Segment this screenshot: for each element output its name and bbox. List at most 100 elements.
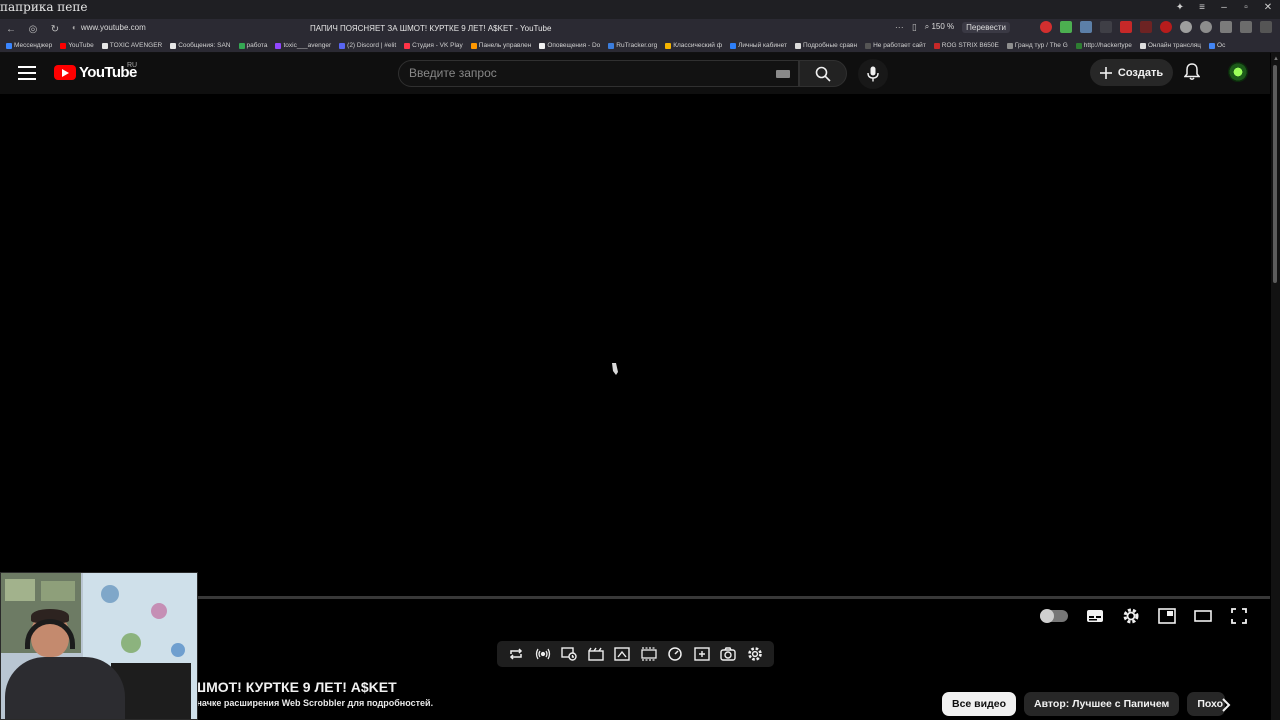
address-bar: ← ◎ ↻ ◐ www.youtube.com ПАПИЧ ПОЯСНЯЕТ З…: [0, 19, 1280, 39]
frames-icon[interactable]: [640, 646, 658, 662]
subtitles-icon[interactable]: [1086, 607, 1104, 625]
clapper-icon[interactable]: [587, 646, 605, 662]
add-clip-icon[interactable]: [693, 646, 711, 662]
scrollbar-thumb[interactable]: [1273, 65, 1277, 283]
bookmark-favicon-icon: [170, 42, 177, 49]
keyboard-icon[interactable]: [776, 70, 790, 78]
create-button[interactable]: Создать: [1090, 59, 1173, 86]
search-icon: [815, 66, 831, 82]
watch-later-icon[interactable]: [560, 646, 578, 662]
more-icon[interactable]: ···: [895, 22, 904, 32]
bookmark-icon[interactable]: ▯: [912, 22, 917, 33]
extension-user-icon[interactable]: [1200, 21, 1212, 33]
bookmark-item[interactable]: (2) Discord | #elit: [339, 42, 396, 49]
chips-next-chevron-icon[interactable]: [1215, 694, 1237, 716]
search-button[interactable]: [799, 60, 847, 87]
extension-menu-icon[interactable]: [1260, 21, 1272, 33]
bookmark-item[interactable]: Не работает сайт: [865, 42, 926, 49]
bookmark-favicon-icon: [470, 42, 477, 49]
page-scrollbar[interactable]: ▲: [1271, 53, 1280, 720]
miniplayer-icon[interactable]: [1158, 607, 1176, 625]
bookmark-label: Панель управлен: [478, 42, 532, 49]
player-controls: [1040, 604, 1248, 628]
bookmark-item[interactable]: Сообщения: SAN: [170, 42, 231, 49]
webcam-curtain-pattern: [171, 643, 185, 657]
menu-hamburger-icon[interactable]: [18, 66, 36, 80]
settings-gear-icon[interactable]: [1122, 607, 1140, 625]
filter-chip[interactable]: Все видео: [942, 692, 1017, 716]
broadcast-icon[interactable]: [534, 646, 552, 662]
bookmark-item[interactable]: Оповещения - Do: [539, 42, 600, 49]
bookmark-label: Студия - VK Play: [412, 42, 463, 49]
bookmark-item[interactable]: Мессенджер: [6, 42, 52, 49]
search-box[interactable]: [398, 60, 799, 87]
extension-settings-gear-icon[interactable]: [746, 646, 764, 662]
minimize-button[interactable]: –: [1218, 2, 1230, 13]
extension-download-icon[interactable]: [1060, 21, 1072, 33]
autoplay-toggle[interactable]: [1040, 609, 1068, 623]
bookmark-item[interactable]: Классический ф: [665, 42, 722, 49]
translate-button[interactable]: Перевести: [962, 21, 1010, 33]
bookmark-item[interactable]: ROG STRIX B650E: [933, 42, 999, 49]
bookmark-favicon-icon: [933, 42, 940, 49]
webcam-curtain-pattern: [101, 585, 119, 603]
bookmark-item[interactable]: TOXIC AVENGER: [101, 42, 163, 49]
account-avatar[interactable]: [1228, 62, 1248, 82]
bookmark-item[interactable]: Гранд тур / The G: [1006, 42, 1068, 49]
bookmark-item[interactable]: YouTube: [60, 42, 94, 49]
pin-icon[interactable]: ✦: [1174, 2, 1186, 13]
crop-icon[interactable]: [613, 646, 631, 662]
player-extension-toolbar: [497, 641, 774, 667]
bookmark-label: Не работает сайт: [873, 42, 926, 49]
bookmark-item[interactable]: Панель управлен: [470, 42, 532, 49]
address-bar-actions: ··· ▯ ⌕ 150 % Перевести: [895, 21, 1272, 33]
voice-search-button[interactable]: [858, 59, 888, 89]
notifications-bell-icon[interactable]: [1183, 63, 1201, 86]
youtube-logo[interactable]: YouTube: [54, 64, 137, 81]
bookmark-item[interactable]: Подробные сравн: [794, 42, 857, 49]
bookmark-label: Мессенджер: [14, 42, 53, 49]
bookmark-favicon-icon: [1139, 42, 1146, 49]
bookmark-item[interactable]: RuTracker.org: [608, 42, 657, 49]
create-label: Создать: [1117, 66, 1164, 79]
extension-tool-icon[interactable]: [1140, 21, 1152, 33]
bookmark-label: ROG STRIX B650E: [941, 42, 999, 49]
video-progress-bar[interactable]: [12, 596, 1270, 599]
screenshot-camera-icon[interactable]: [719, 646, 737, 662]
menu-icon[interactable]: ≡: [1196, 2, 1208, 13]
speed-icon[interactable]: [666, 646, 684, 662]
bookmark-label: TOXIC AVENGER: [109, 42, 163, 49]
extension-screen-icon[interactable]: [1080, 21, 1092, 33]
extension-pen-icon[interactable]: [1120, 21, 1132, 33]
back-button[interactable]: ←: [0, 24, 22, 35]
extension-tabs-icon[interactable]: [1240, 21, 1252, 33]
loop-icon[interactable]: [507, 646, 525, 662]
scroll-up-icon[interactable]: ▲: [1273, 56, 1279, 62]
bookmark-item[interactable]: работа: [238, 42, 267, 49]
bookmark-item[interactable]: Онлайн трансляц: [1139, 42, 1201, 49]
video-player[interactable]: [0, 94, 1270, 634]
bookmark-item[interactable]: Личный кабинет: [730, 42, 787, 49]
close-button[interactable]: ✕: [1262, 2, 1274, 13]
forward-button[interactable]: ◎: [22, 24, 44, 35]
bookmark-item[interactable]: Ос: [1209, 42, 1225, 49]
filter-chip[interactable]: Автор: Лучшее с Папичем: [1024, 692, 1180, 716]
bookmark-favicon-icon: [730, 42, 737, 49]
extension-vk-icon[interactable]: [1100, 21, 1112, 33]
zoom-level[interactable]: ⌕ 150 %: [925, 22, 954, 32]
url-field[interactable]: ◐ www.youtube.com: [72, 23, 146, 32]
bookmark-item[interactable]: http://hackertype: [1075, 42, 1132, 49]
fullscreen-icon[interactable]: [1230, 607, 1248, 625]
theater-mode-icon[interactable]: [1194, 607, 1212, 625]
search-input[interactable]: [409, 66, 769, 80]
bookmark-item[interactable]: toxic___avenger: [275, 42, 331, 49]
maximize-button[interactable]: ▫: [1240, 2, 1252, 13]
extension-game-icon[interactable]: [1180, 21, 1192, 33]
bookmark-label: Ос: [1217, 42, 1226, 49]
extension-block-icon[interactable]: [1160, 21, 1172, 33]
reload-button[interactable]: ↻: [44, 24, 66, 35]
extension-shield-icon[interactable]: [1220, 21, 1232, 33]
extension-stop-icon[interactable]: [1040, 21, 1052, 33]
bookmark-label: Оповещения - Do: [547, 42, 601, 49]
bookmark-item[interactable]: Студия - VK Play: [404, 42, 463, 49]
